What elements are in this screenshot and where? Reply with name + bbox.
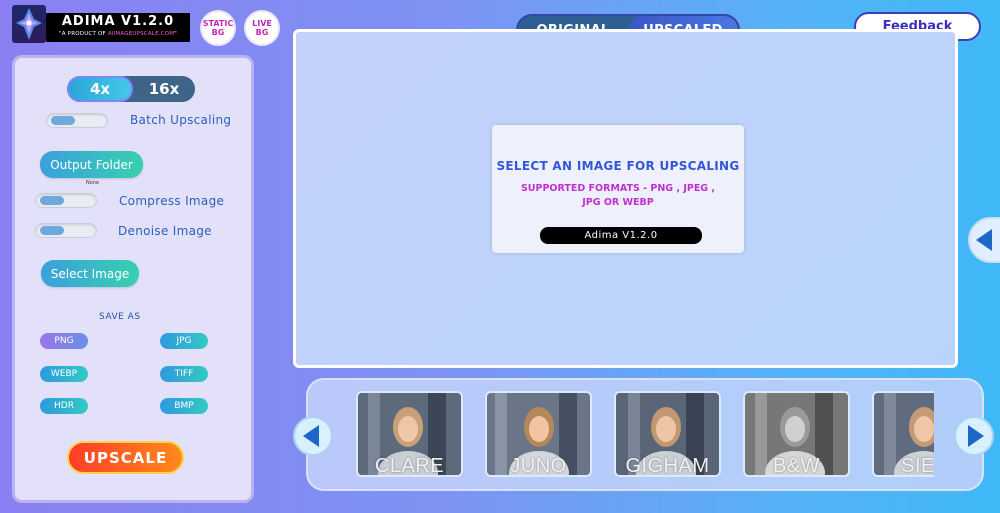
compress-image-switch[interactable] (35, 193, 97, 208)
version-badge: Adima V1.2.0 (540, 227, 702, 244)
compress-image-label: Compress Image (119, 194, 225, 208)
format-webp-button[interactable]: WEBP (40, 366, 88, 382)
format-tiff-button[interactable]: TIFF (160, 366, 208, 382)
thumbnail-label: CLARE (374, 455, 445, 477)
arrow-right-icon (968, 425, 984, 447)
denoise-image-label: Denoise Image (118, 224, 212, 238)
app-title: ADIMA V1.2.0 (61, 14, 175, 29)
thumbnail-item[interactable]: B&W (743, 391, 850, 477)
logo-icon (12, 5, 46, 43)
static-bg-button[interactable]: STATIC BG (200, 10, 236, 46)
arrow-left-icon (976, 229, 992, 251)
scale-4x-button[interactable]: 4x (67, 76, 133, 102)
thumbnail-list: CLARE JUNO GIGHAM B&W SIER (356, 391, 934, 477)
batch-upscaling-label: Batch Upscaling (130, 113, 232, 127)
upscale-button[interactable]: UPSCALE (67, 441, 184, 474)
live-bg-button[interactable]: LIVE BG (244, 10, 280, 46)
denoise-image-switch[interactable] (35, 223, 97, 238)
scale-16x-button[interactable]: 16x (133, 76, 195, 102)
thumbnail-item[interactable]: CLARE (356, 391, 463, 477)
switch-knob (51, 116, 75, 125)
select-image-button[interactable]: Select Image (41, 260, 139, 287)
side-panel-toggle[interactable] (968, 217, 1000, 263)
format-jpg-button[interactable]: JPG (160, 333, 208, 349)
empty-state-card: SELECT AN IMAGE FOR UPSCALING SUPPORTED … (492, 125, 744, 253)
output-folder-value: None (86, 180, 100, 186)
format-bmp-button[interactable]: BMP (160, 398, 208, 414)
thumbnail-item[interactable]: SIER (872, 391, 934, 477)
format-hdr-button[interactable]: HDR (40, 398, 88, 414)
batch-upscaling-switch[interactable] (46, 113, 108, 128)
app-subtitle: "A PRODUCT OF AIIMAGEUPSCALE.COM" (59, 31, 177, 37)
save-as-heading: SAVE AS (99, 312, 141, 322)
thumbnail-label: GIGHAM (625, 455, 710, 477)
filmstrip-prev-button[interactable] (293, 416, 333, 456)
thumbnail-item[interactable]: GIGHAM (614, 391, 721, 477)
filmstrip-next-button[interactable] (954, 416, 994, 456)
supported-formats-text: SUPPORTED FORMATS - PNG , JPEG , JPG OR … (520, 183, 716, 208)
switch-knob (40, 196, 64, 205)
format-png-button[interactable]: PNG (40, 333, 88, 349)
scale-toggle[interactable]: 4x 16x (67, 76, 195, 102)
thumbnail-item[interactable]: JUNO (485, 391, 592, 477)
thumbnail-label: B&W (772, 455, 821, 477)
thumbnail-label: SIER (901, 455, 934, 477)
arrow-left-icon (303, 425, 319, 447)
app-brand: ADIMA V1.2.0 "A PRODUCT OF AIIMAGEUPSCAL… (46, 13, 190, 42)
thumbnail-label: JUNO (510, 455, 567, 477)
empty-state-title: SELECT AN IMAGE FOR UPSCALING (496, 159, 740, 173)
output-folder-button[interactable]: Output Folder (40, 151, 143, 178)
switch-knob (40, 226, 64, 235)
